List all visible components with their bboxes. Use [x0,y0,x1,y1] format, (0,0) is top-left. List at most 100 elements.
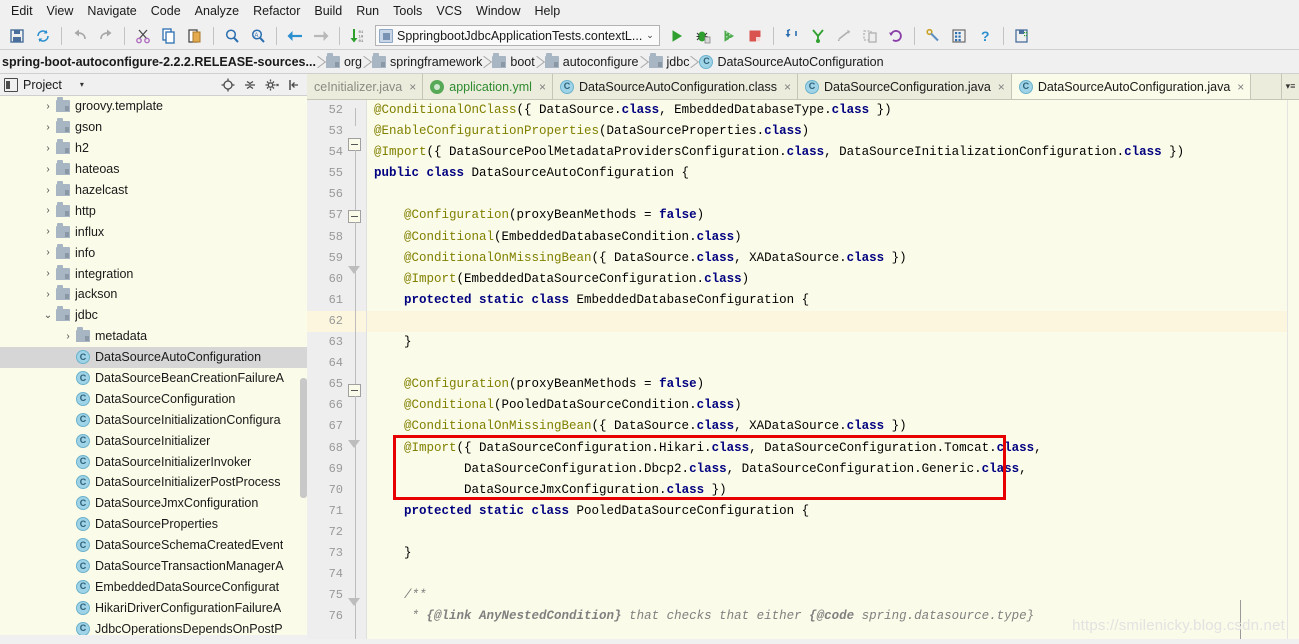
tree-item[interactable]: C HikariDriverConfigurationFailureA [0,597,307,618]
chevron-right-icon[interactable]: › [40,122,56,133]
tree-item[interactable]: › influx [0,221,307,242]
menu-item-edit[interactable]: Edit [4,2,40,20]
code-line[interactable] [367,310,1299,333]
tree-item[interactable]: C DataSourceInitializer [0,430,307,451]
breadcrumb-item-springframework[interactable]: springframework [368,50,488,73]
code-line[interactable] [374,184,1299,205]
chevron-right-icon[interactable]: › [40,289,56,300]
code-line[interactable] [374,522,1299,543]
close-icon[interactable]: × [1235,80,1244,94]
breadcrumb-item-jdbc[interactable]: jdbc [645,50,696,73]
tree-item[interactable]: C DataSourceJmxConfiguration [0,493,307,514]
settings-gear-icon[interactable] [263,76,281,94]
menu-item-analyze[interactable]: Analyze [188,2,246,20]
close-icon[interactable]: × [996,80,1005,94]
chevron-right-icon[interactable]: › [40,247,56,258]
tree-item[interactable]: › metadata [0,326,307,347]
menu-item-run[interactable]: Run [349,2,386,20]
code-line[interactable]: @ConditionalOnMissingBean({ DataSource.c… [374,248,1299,269]
tree-item[interactable]: C DataSourceProperties [0,514,307,535]
replace-icon[interactable]: A [246,24,270,48]
chevron-right-icon[interactable]: › [40,205,56,216]
hide-panel-icon[interactable] [285,76,303,94]
tree-item[interactable]: C DataSourceSchemaCreatedEvent [0,535,307,556]
tree-item[interactable]: C EmbeddedDataSourceConfigurat [0,576,307,597]
push-icon[interactable] [832,24,856,48]
undo-icon[interactable] [68,24,92,48]
code-line[interactable] [374,353,1299,374]
chevron-right-icon[interactable]: › [40,226,56,237]
close-icon[interactable]: × [537,80,546,94]
chevron-down-icon[interactable]: ▾ [80,80,84,89]
breadcrumb-item-library[interactable]: spring-boot-autoconfigure-2.2.2.RELEASE-… [0,50,322,73]
code-line[interactable]: @Conditional(EmbeddedDatabaseCondition.c… [374,227,1299,248]
code-line[interactable]: @ConditionalOnMissingBean({ DataSource.c… [374,416,1299,437]
breadcrumb-item-autoconfigure[interactable]: autoconfigure [541,50,645,73]
sidebar-scrollbar-thumb[interactable] [300,378,307,498]
code-line[interactable]: protected static class PooledDataSourceC… [374,501,1299,522]
tree-item[interactable]: C DataSourceInitializerInvoker [0,451,307,472]
locate-icon[interactable] [219,76,237,94]
paste-icon[interactable] [183,24,207,48]
tree-item[interactable]: C DataSourceAutoConfiguration [0,346,307,368]
save-icon[interactable] [1010,24,1034,48]
code-line[interactable]: @Import({ DataSourceConfiguration.Hikari… [374,438,1299,459]
tab-list-icon[interactable]: ▾≡ [1281,74,1299,99]
code-line[interactable]: public class DataSourceAutoConfiguration… [374,163,1299,184]
run-with-coverage-icon[interactable] [717,24,741,48]
tree-item[interactable]: C DataSourceInitializerPostProcess [0,472,307,493]
editor-tab-datasourceautoconfiguration-class[interactable]: C DataSourceAutoConfiguration.class × [552,74,799,99]
code-line[interactable]: protected static class EmbeddedDatabaseC… [374,290,1299,311]
chevron-right-icon[interactable]: › [40,185,56,196]
project-tree[interactable]: › groovy.template › gson › h2 › hateoas › hazelca… [0,96,307,644]
tree-item[interactable]: › gson [0,117,307,138]
editor-tab-datasourceconfiguration-java[interactable]: C DataSourceConfiguration.java × [798,74,1012,99]
chevron-down-icon[interactable]: ⌄ [646,30,657,41]
structure-icon[interactable] [947,24,971,48]
tree-item[interactable]: C DataSourceConfiguration [0,388,307,409]
menu-item-vcs[interactable]: VCS [429,2,469,20]
line-number-gutter[interactable]: 52 53 54 55 56 57 58 59 60 61 62 63 64 65 66 67 68 69 70 71… [307,100,367,644]
commit-icon[interactable] [806,24,830,48]
chevron-right-icon[interactable]: › [40,268,56,279]
code-line[interactable]: @Configuration(proxyBeanMethods = false) [374,374,1299,395]
cut-icon[interactable] [131,24,155,48]
project-tool-window-button[interactable]: Project [4,77,62,92]
update-project-icon[interactable] [780,24,804,48]
chevron-right-icon[interactable]: › [60,331,76,342]
tree-item[interactable]: › info [0,242,307,263]
menu-item-window[interactable]: Window [469,2,527,20]
menu-item-navigate[interactable]: Navigate [80,2,143,20]
code-line[interactable]: @Import({ DataSourcePoolMetadataProvider… [374,142,1299,163]
code-line[interactable]: @Configuration(proxyBeanMethods = false) [374,205,1299,226]
chevron-right-icon[interactable]: › [40,164,56,175]
menu-item-refactor[interactable]: Refactor [246,2,307,20]
breadcrumb-item-class[interactable]: C DataSourceAutoConfiguration [695,50,889,73]
tree-item[interactable]: › jackson [0,284,307,305]
settings-wrench-icon[interactable] [921,24,945,48]
close-icon[interactable]: × [782,80,791,94]
code-line[interactable]: @ConditionalOnClass({ DataSource.class, … [374,100,1299,121]
code-line[interactable]: } [374,543,1299,564]
save-all-icon[interactable] [5,24,29,48]
editor-tab-datasourceautoconfiguration-java[interactable]: C DataSourceAutoConfiguration.java × [1011,74,1252,99]
tree-item[interactable]: › hazelcast [0,180,307,201]
code-text[interactable]: @ConditionalOnClass({ DataSource.class, … [367,100,1299,644]
show-diff-icon[interactable] [858,24,882,48]
tree-item[interactable]: C DataSourceTransactionManagerA [0,556,307,577]
sync-icon[interactable] [31,24,55,48]
chevron-down-icon[interactable]: ⌄ [40,310,56,321]
tree-item[interactable]: C DataSourceInitializationConfigura [0,409,307,430]
run-configuration-selector[interactable]: SppringbootJdbcApplicationTests.contextL… [375,25,660,46]
tree-item[interactable]: › h2 [0,138,307,159]
chevron-right-icon[interactable]: › [40,143,56,154]
editor-tab-ceinitializer[interactable]: ceInitializer.java × [307,74,424,99]
code-line[interactable]: /** [374,585,1299,606]
menu-item-build[interactable]: Build [307,2,349,20]
collapse-all-icon[interactable] [241,76,259,94]
run-icon[interactable] [665,24,689,48]
breadcrumb-item-boot[interactable]: boot [488,50,540,73]
code-line[interactable]: } [374,332,1299,353]
forward-icon[interactable] [309,24,333,48]
help-icon[interactable]: ? [973,24,997,48]
